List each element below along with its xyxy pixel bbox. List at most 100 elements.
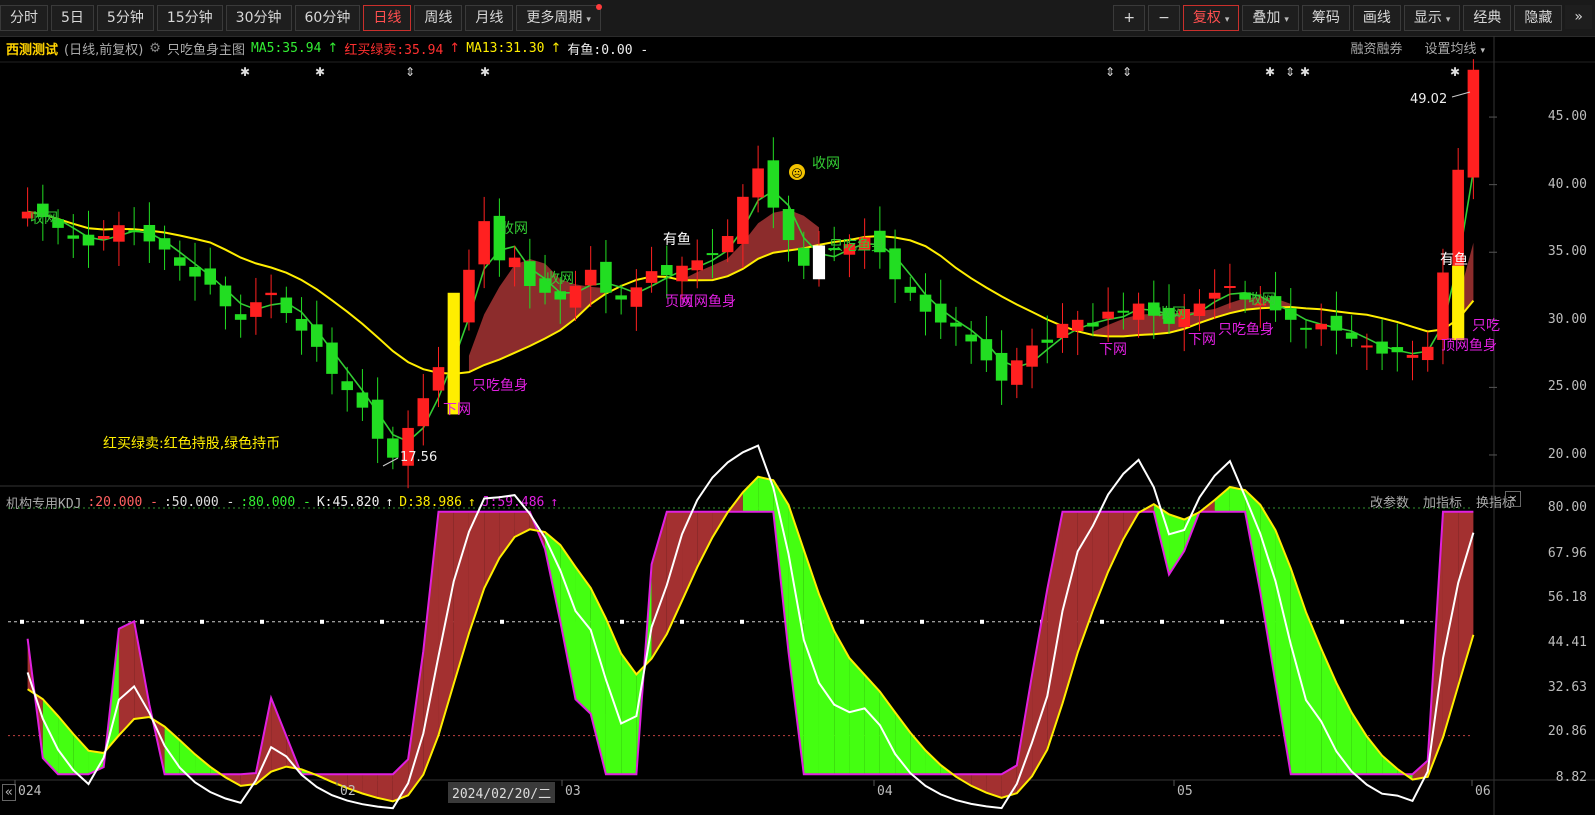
candle-body (326, 342, 338, 374)
price-tick-label: 35.00 (1547, 244, 1587, 260)
kdj-fill (1092, 511, 1109, 611)
candle-body (980, 339, 993, 361)
candle-body (889, 248, 901, 280)
candle-body (1300, 327, 1312, 330)
candle-body (645, 271, 658, 283)
signal-label: 下网 (1099, 342, 1127, 358)
signal-label: 只吃 (1472, 318, 1500, 334)
kdj-dot (1220, 619, 1224, 624)
kdj-dot (200, 619, 204, 624)
candle-body (767, 160, 780, 208)
double-arrow-icon: ⇕ (405, 65, 415, 79)
candle-body (1056, 323, 1069, 338)
candle-body (1011, 360, 1023, 385)
candle-body (508, 257, 521, 268)
star-icon: ✱ (1300, 65, 1310, 79)
kdj-fill (42, 699, 59, 775)
kdj-fill (118, 621, 135, 736)
candle-body (1284, 308, 1297, 320)
star-icon: ✱ (315, 65, 325, 79)
candle-body (965, 334, 977, 342)
kdj-fill (1260, 504, 1276, 684)
candle-body (143, 224, 156, 242)
candle-body (919, 294, 932, 312)
candle-body (1361, 345, 1373, 348)
candle-body (128, 230, 140, 233)
candle-body (752, 168, 764, 198)
candle-body (934, 303, 947, 323)
candle-body (1467, 69, 1480, 178)
candle-body (630, 287, 643, 307)
signal-label: 收网 (30, 211, 58, 227)
signal-label: 下网 (1188, 332, 1216, 348)
scroll-left-icon[interactable]: « (2, 784, 16, 801)
kdj-dot (80, 619, 84, 624)
kdj-fill (377, 774, 393, 802)
kdj-fill (682, 511, 698, 601)
candle-body (1315, 323, 1327, 330)
kdj-dot (20, 619, 24, 624)
candle-body (950, 322, 962, 327)
kdj-fill (560, 544, 576, 700)
candle-body (1330, 315, 1343, 331)
candle-body (569, 286, 582, 308)
double-arrow-icon: ⇕ (1122, 65, 1132, 79)
candle-body (158, 238, 171, 250)
signal-label: 收网 (500, 221, 528, 237)
double-arrow-icon: ⇕ (1105, 65, 1115, 79)
candle-body (1208, 292, 1221, 299)
candle-body (67, 235, 80, 239)
kdj-fill (818, 594, 835, 775)
signal-label: 只吃鱼身 (829, 237, 885, 254)
signal-label: 收网 (1158, 306, 1186, 322)
candle-body (706, 253, 719, 256)
signal-candle (1452, 265, 1465, 341)
candle-body (219, 285, 232, 307)
candle-body (310, 324, 323, 347)
kdj-fill (849, 658, 865, 775)
kdj-dot (680, 619, 684, 624)
kdj-fill (468, 511, 485, 634)
kdj-dot (860, 619, 864, 624)
candle-body (554, 291, 567, 300)
high-price-pointer (1451, 91, 1471, 98)
price-tick-label: 45.00 (1547, 109, 1587, 125)
kdj-fill (484, 511, 500, 589)
candle-body (1041, 339, 1054, 343)
candle-body (265, 292, 277, 296)
candle-body (782, 209, 795, 241)
price-tick-label: 25.00 (1547, 379, 1587, 395)
candle-body (995, 352, 1008, 381)
price-tick-label: 30.00 (1547, 311, 1587, 327)
date-cursor-label: 2024/02/20/二 (448, 782, 556, 803)
signal-label: 有鱼 (663, 231, 691, 248)
kdj-fill (1366, 736, 1383, 775)
kdj-fill (910, 732, 926, 775)
candle-body (234, 314, 247, 320)
candle-body (1224, 286, 1236, 289)
date-tick-label: 06 (1475, 784, 1491, 799)
kdj-dot (1400, 619, 1404, 624)
candle-body (463, 269, 475, 323)
signal-candle (447, 292, 460, 415)
date-tick-label: 024 (18, 784, 42, 799)
candle-body (478, 221, 490, 265)
chart-canvas[interactable]: ✱ ✱ ✱ ✱ ✱ ✱⇕ ⇕ ⇕ ⇕收网收网收网收网收网有鱼有鱼下网下网下网只吃鱼身只吃鱼身 只吃… (0, 0, 1595, 815)
price-tick-label: 20.00 (1547, 446, 1587, 462)
kdj-fill (742, 476, 759, 512)
kdj-dot (1160, 619, 1164, 624)
kdj-dot (620, 619, 624, 624)
candle-body (97, 236, 110, 239)
signal-label: 有鱼 (1440, 251, 1468, 268)
date-tick-label: 04 (877, 784, 893, 799)
price-tick-label: 40.00 (1547, 176, 1587, 192)
candle-body (584, 269, 597, 286)
candle-body (691, 260, 704, 271)
kdj-tick-label: 67.96 (1547, 545, 1587, 561)
candle-body (1102, 311, 1114, 319)
signal-label: 页网鱼身 (680, 293, 736, 310)
candle-body (371, 399, 384, 439)
signal-candle (812, 245, 826, 280)
kdj-dot (140, 619, 144, 624)
kdj-dot (260, 619, 264, 624)
